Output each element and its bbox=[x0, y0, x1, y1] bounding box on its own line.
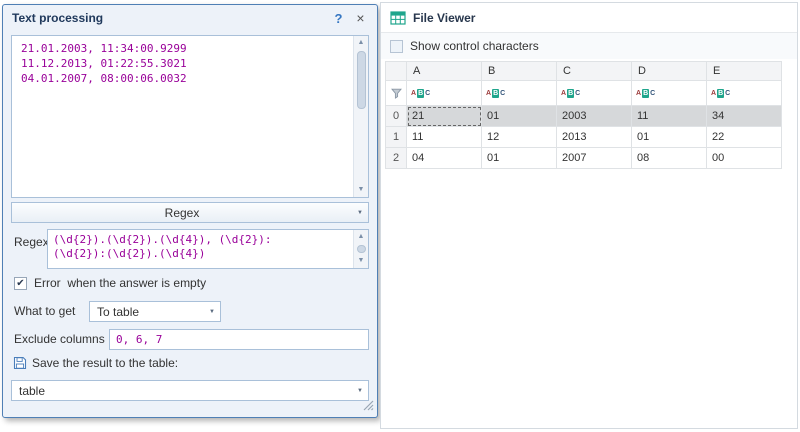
what-to-get-value: To table bbox=[90, 305, 204, 319]
table-cell[interactable]: 00 bbox=[707, 148, 782, 169]
table-cell[interactable]: 01 bbox=[632, 127, 707, 148]
abc-type-icon: ABC bbox=[636, 89, 655, 98]
regex-label: Regex bbox=[14, 232, 49, 253]
data-grid: ABCDE ABCABCABCABCABC 021012003113411112… bbox=[385, 61, 782, 169]
scroll-thumb[interactable] bbox=[357, 51, 366, 109]
save-row: Save the result to the table: bbox=[13, 356, 178, 370]
grid-filter-row: ABC ABC ABC ABC ABC bbox=[385, 81, 782, 106]
exclude-columns-label: Exclude columns bbox=[14, 329, 105, 350]
table-cell[interactable]: 21 bbox=[407, 106, 482, 127]
table-row: 1111220130122 bbox=[385, 127, 782, 148]
table-cell[interactable]: 11 bbox=[632, 106, 707, 127]
filter-row-header[interactable] bbox=[385, 81, 407, 106]
dialog-titlebar[interactable]: Text processing ? × bbox=[3, 5, 377, 31]
table-row: 2040120070800 bbox=[385, 148, 782, 169]
table-cell[interactable]: 11 bbox=[407, 127, 482, 148]
table-cell[interactable]: 12 bbox=[482, 127, 557, 148]
save-label: Save the result to the table: bbox=[32, 356, 178, 370]
column-type-cell[interactable]: ABC bbox=[557, 81, 632, 106]
table-cell[interactable]: 2003 bbox=[557, 106, 632, 127]
scrollbar[interactable]: ▲ ▼ bbox=[353, 230, 368, 268]
grid-header-row: ABCDE bbox=[385, 61, 782, 81]
column-type-cell[interactable]: ABC bbox=[482, 81, 557, 106]
error-checkbox[interactable]: ✔ bbox=[14, 277, 27, 290]
viewer-title: File Viewer bbox=[413, 11, 475, 25]
table-cell[interactable]: 01 bbox=[482, 106, 557, 127]
column-header[interactable]: B bbox=[482, 61, 557, 81]
scroll-up-icon[interactable]: ▲ bbox=[358, 37, 365, 49]
row-header[interactable]: 1 bbox=[385, 127, 407, 148]
abc-type-icon: ABC bbox=[711, 89, 730, 98]
input-text[interactable]: 21.01.2003, 11:34:00.9299 11.12.2013, 01… bbox=[12, 36, 353, 197]
close-icon[interactable]: × bbox=[353, 10, 368, 26]
error-checkbox-label: Error when the answer is empty bbox=[34, 276, 206, 290]
grid-corner bbox=[385, 61, 407, 81]
table-row: 0210120031134 bbox=[385, 106, 782, 127]
dialog-title: Text processing bbox=[12, 11, 331, 25]
column-type-cell[interactable]: ABC bbox=[407, 81, 482, 106]
column-header[interactable]: E bbox=[707, 61, 782, 81]
scroll-down-icon[interactable]: ▼ bbox=[358, 184, 365, 196]
column-header[interactable]: C bbox=[557, 61, 632, 81]
exclude-columns-input[interactable]: 0, 6, 7 bbox=[109, 329, 369, 350]
what-to-get-dropdown[interactable]: To table ▼ bbox=[89, 301, 221, 322]
column-header[interactable]: D bbox=[632, 61, 707, 81]
show-control-row[interactable]: Show control characters bbox=[381, 33, 797, 59]
check-icon: ✔ bbox=[16, 278, 24, 289]
file-viewer-panel: File Viewer Show control characters ABCD… bbox=[380, 2, 798, 429]
mode-dropdown[interactable]: Regex ▼ bbox=[11, 202, 369, 223]
abc-type-icon: ABC bbox=[561, 89, 580, 98]
chevron-down-icon[interactable]: ▼ bbox=[352, 203, 368, 222]
resize-grip[interactable] bbox=[363, 400, 374, 414]
save-icon bbox=[13, 356, 27, 370]
chevron-down-icon[interactable]: ▼ bbox=[352, 381, 368, 400]
text-processing-dialog: Text processing ? × 21.01.2003, 11:34:00… bbox=[2, 4, 378, 418]
scroll-up-icon[interactable]: ▲ bbox=[358, 231, 365, 243]
show-control-label: Show control characters bbox=[410, 39, 539, 53]
table-cell[interactable]: 2013 bbox=[557, 127, 632, 148]
error-checkbox-row[interactable]: ✔ Error when the answer is empty bbox=[14, 276, 206, 290]
regex-input[interactable]: (\d{2}).(\d{2}).(\d{4}), (\d{2}): (\d{2}… bbox=[47, 229, 369, 269]
source-text-area[interactable]: 21.01.2003, 11:34:00.9299 11.12.2013, 01… bbox=[11, 35, 369, 198]
funnel-icon bbox=[391, 88, 402, 99]
scroll-thumb[interactable] bbox=[357, 245, 366, 253]
show-control-checkbox[interactable] bbox=[390, 40, 403, 53]
viewer-titlebar: File Viewer bbox=[381, 3, 797, 33]
table-cell[interactable]: 08 bbox=[632, 148, 707, 169]
column-type-cell[interactable]: ABC bbox=[632, 81, 707, 106]
abc-type-icon: ABC bbox=[411, 89, 430, 98]
row-header[interactable]: 0 bbox=[385, 106, 407, 127]
chevron-down-icon[interactable]: ▼ bbox=[204, 302, 220, 321]
column-header[interactable]: A bbox=[407, 61, 482, 81]
table-cell[interactable]: 2007 bbox=[557, 148, 632, 169]
mode-dropdown-value: Regex bbox=[12, 206, 352, 220]
scrollbar[interactable]: ▲ ▼ bbox=[353, 36, 368, 197]
save-target-value: table bbox=[12, 384, 352, 398]
abc-type-icon: ABC bbox=[486, 89, 505, 98]
column-type-cell[interactable]: ABC bbox=[707, 81, 782, 106]
scroll-down-icon[interactable]: ▼ bbox=[358, 255, 365, 267]
grid-rows: 021012003113411112201301222040120070800 bbox=[385, 106, 782, 169]
table-icon bbox=[390, 10, 406, 26]
regex-text[interactable]: (\d{2}).(\d{2}).(\d{4}), (\d{2}): (\d{2}… bbox=[48, 230, 353, 268]
table-cell[interactable]: 34 bbox=[707, 106, 782, 127]
help-icon[interactable]: ? bbox=[331, 11, 346, 26]
save-target-dropdown[interactable]: table ▼ bbox=[11, 380, 369, 401]
table-cell[interactable]: 01 bbox=[482, 148, 557, 169]
what-to-get-label: What to get bbox=[14, 301, 75, 322]
table-cell[interactable]: 04 bbox=[407, 148, 482, 169]
table-cell[interactable]: 22 bbox=[707, 127, 782, 148]
row-header[interactable]: 2 bbox=[385, 148, 407, 169]
exclude-columns-value: 0, 6, 7 bbox=[116, 333, 162, 346]
